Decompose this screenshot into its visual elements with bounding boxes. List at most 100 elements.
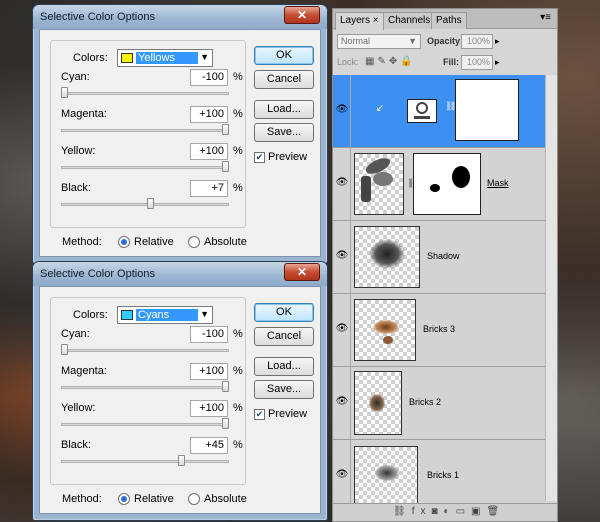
layer-row-adjustment[interactable]: 👁 ↙ ⛓: [333, 75, 545, 148]
visibility-column[interactable]: 👁: [333, 148, 351, 220]
yellow-value-input[interactable]: +100: [190, 143, 228, 160]
slider-thumb[interactable]: [222, 124, 229, 135]
ok-button[interactable]: OK: [254, 303, 314, 322]
layer-thumbnail[interactable]: [354, 371, 402, 435]
eye-icon[interactable]: 👁: [335, 249, 349, 263]
slider-thumb[interactable]: [222, 161, 229, 172]
lock-transparency-icon[interactable]: ▦: [365, 56, 377, 67]
dialog-titlebar[interactable]: Selective Color Options ✕: [33, 262, 327, 286]
new-layer-icon[interactable]: ▣: [471, 506, 486, 517]
save-button[interactable]: Save...: [254, 380, 314, 399]
close-icon[interactable]: ×: [373, 15, 379, 26]
slider-track[interactable]: [61, 386, 229, 389]
fx-icon[interactable]: fx: [412, 506, 432, 517]
checkmark-icon[interactable]: ✔: [254, 152, 265, 163]
slider-track[interactable]: [61, 203, 229, 206]
lock-pixels-icon[interactable]: ✎: [377, 56, 388, 67]
layer-name[interactable]: Bricks 3: [423, 324, 455, 334]
layer-mask-thumbnail[interactable]: [455, 79, 519, 141]
layer-row-mask[interactable]: 👁 ⛓ Mask: [333, 148, 545, 221]
preview-checkbox[interactable]: ✔ Preview: [254, 408, 334, 422]
absolute-radio[interactable]: [188, 493, 200, 505]
cyan-value-input[interactable]: -100: [190, 69, 228, 86]
slider-thumb[interactable]: [222, 418, 229, 429]
slider-thumb[interactable]: [61, 344, 68, 355]
load-button[interactable]: Load...: [254, 100, 314, 119]
slider-track[interactable]: [61, 166, 229, 169]
layer-thumbnail[interactable]: [354, 153, 404, 215]
absolute-label[interactable]: Absolute: [204, 493, 247, 505]
save-button[interactable]: Save...: [254, 123, 314, 142]
layer-thumbnail[interactable]: [354, 446, 418, 504]
eye-icon[interactable]: 👁: [335, 176, 349, 190]
layer-name[interactable]: Shadow: [427, 251, 460, 261]
trash-icon[interactable]: 🗑: [486, 506, 505, 517]
slider-track[interactable]: [61, 129, 229, 132]
close-button[interactable]: ✕: [284, 263, 320, 281]
layer-name[interactable]: Bricks 1: [427, 470, 459, 480]
tab-paths[interactable]: Paths: [431, 12, 467, 29]
preview-checkbox[interactable]: ✔ Preview: [254, 151, 334, 165]
layer-row-shadow[interactable]: 👁 Shadow: [333, 221, 545, 294]
cancel-button[interactable]: Cancel: [254, 327, 314, 346]
panel-menu-icon[interactable]: ▾≡: [540, 12, 551, 23]
ok-button[interactable]: OK: [254, 46, 314, 65]
slider-track[interactable]: [61, 92, 229, 95]
layer-row-bricks-3[interactable]: 👁 Bricks 3: [333, 294, 545, 367]
dialog-titlebar[interactable]: Selective Color Options ✕: [33, 5, 327, 29]
eye-icon[interactable]: 👁: [335, 395, 349, 409]
slider-thumb[interactable]: [177, 455, 185, 466]
absolute-label[interactable]: Absolute: [204, 236, 247, 248]
layer-name[interactable]: Mask: [487, 178, 509, 188]
relative-radio[interactable]: [118, 236, 130, 248]
slider-thumb[interactable]: [222, 381, 229, 392]
relative-label[interactable]: Relative: [134, 493, 174, 505]
slider-track[interactable]: [61, 460, 229, 463]
cancel-button[interactable]: Cancel: [254, 70, 314, 89]
layer-row-bricks-2[interactable]: 👁 Bricks 2: [333, 367, 545, 440]
chevron-right-icon[interactable]: ▸: [495, 57, 500, 68]
close-button[interactable]: ✕: [284, 6, 320, 24]
fill-input[interactable]: 100%: [461, 55, 493, 70]
layer-thumbnail[interactable]: [354, 226, 420, 288]
preview-label[interactable]: Preview: [268, 151, 307, 163]
lock-position-icon[interactable]: ✥: [389, 56, 400, 67]
lock-all-icon[interactable]: 🔒: [400, 56, 415, 67]
slider-track[interactable]: [61, 349, 229, 352]
eye-icon[interactable]: 👁: [335, 103, 349, 117]
add-mask-icon[interactable]: ◙: [431, 506, 443, 517]
layer-thumbnail[interactable]: [354, 299, 416, 361]
tab-layers[interactable]: Layers ×: [335, 12, 384, 30]
layer-name[interactable]: Bricks 2: [409, 397, 441, 407]
magenta-value-input[interactable]: +100: [190, 363, 228, 380]
layers-scrollbar[interactable]: [545, 75, 557, 501]
colors-select[interactable]: Yellows ▼: [117, 49, 213, 67]
relative-label[interactable]: Relative: [134, 236, 174, 248]
black-value-input[interactable]: +45: [190, 437, 228, 454]
group-folder-icon[interactable]: ▭: [456, 506, 471, 517]
tab-channels[interactable]: Channels: [383, 12, 436, 29]
link-layers-icon[interactable]: ⛓: [393, 506, 412, 517]
layer-mask-thumbnail[interactable]: [413, 153, 481, 215]
visibility-column[interactable]: 👁: [333, 294, 351, 366]
checkmark-icon[interactable]: ✔: [254, 409, 265, 420]
colors-select[interactable]: Cyans ▼: [117, 306, 213, 324]
slider-thumb[interactable]: [147, 198, 155, 209]
relative-radio[interactable]: [118, 493, 130, 505]
visibility-column[interactable]: 👁: [333, 367, 351, 439]
load-button[interactable]: Load...: [254, 357, 314, 376]
visibility-column[interactable]: 👁: [333, 440, 351, 512]
yellow-value-input[interactable]: +100: [190, 400, 228, 417]
black-value-input[interactable]: +7: [190, 180, 228, 197]
slider-track[interactable]: [61, 423, 229, 426]
adjustment-layer-icon[interactable]: ◐: [444, 506, 456, 517]
cyan-value-input[interactable]: -100: [190, 326, 228, 343]
adjustment-thumbnail[interactable]: [407, 99, 437, 123]
blend-mode-select[interactable]: Normal ▼: [337, 34, 421, 49]
preview-label[interactable]: Preview: [268, 408, 307, 420]
visibility-column[interactable]: 👁: [333, 75, 351, 147]
magenta-value-input[interactable]: +100: [190, 106, 228, 123]
chevron-right-icon[interactable]: ▸: [495, 36, 500, 47]
slider-thumb[interactable]: [61, 87, 68, 98]
eye-icon[interactable]: 👁: [335, 322, 349, 336]
